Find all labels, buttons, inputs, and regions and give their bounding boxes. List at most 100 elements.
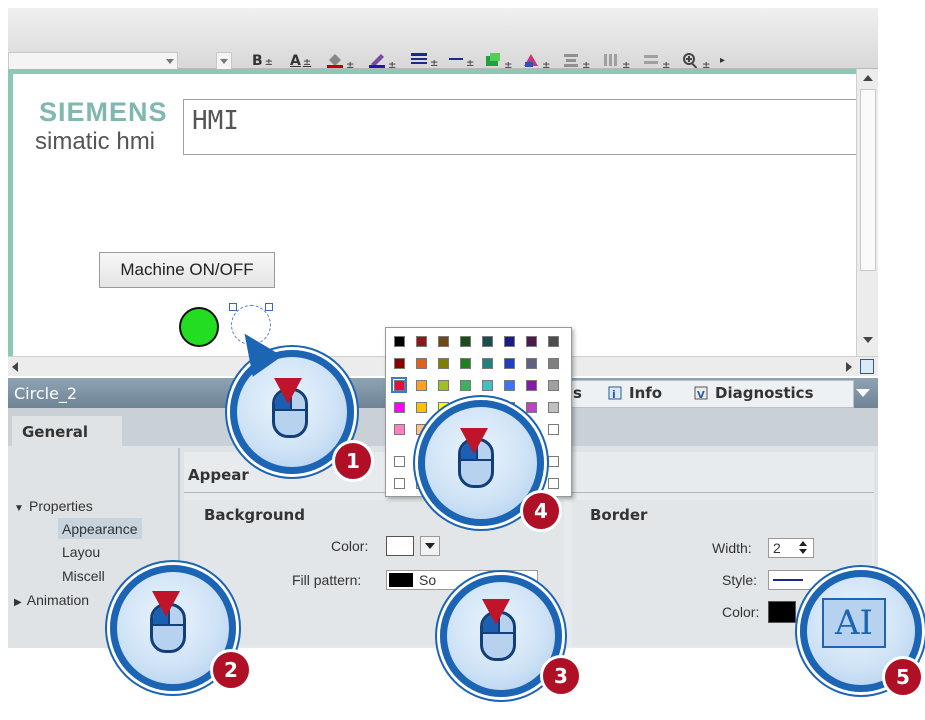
fill-color-button[interactable]: ±: [326, 52, 354, 71]
tab-diagnostics[interactable]: Diagnostics: [715, 384, 814, 402]
border-width-input[interactable]: 2: [768, 538, 814, 558]
palette-swatch[interactable]: [526, 358, 537, 369]
same-size-button[interactable]: ±: [642, 52, 670, 71]
spin-down-icon[interactable]: [799, 549, 807, 554]
tab-info[interactable]: Info: [629, 384, 662, 402]
more-arrow-icon[interactable]: ▸: [720, 52, 725, 70]
palette-swatch[interactable]: [548, 336, 559, 347]
tree-properties-label: Properties: [29, 498, 93, 514]
align-button[interactable]: ±: [562, 52, 590, 71]
collapsed-arrow-icon[interactable]: ▶: [14, 597, 22, 608]
palette-swatch[interactable]: [548, 456, 559, 467]
palette-swatch[interactable]: [504, 358, 515, 369]
scroll-down-arrow-icon[interactable]: [863, 337, 873, 343]
scroll-left-arrow-icon[interactable]: [12, 362, 18, 372]
shape-color-button[interactable]: ±: [522, 52, 550, 71]
palette-swatch[interactable]: [438, 336, 449, 347]
background-header: Background: [204, 506, 305, 524]
palette-swatch[interactable]: [460, 358, 471, 369]
object-name: Circle_2: [14, 384, 78, 403]
line-color-button[interactable]: ±: [368, 52, 396, 71]
palette-swatch[interactable]: [482, 380, 493, 391]
tab-general[interactable]: General: [12, 416, 122, 448]
fill-button[interactable]: ±: [484, 52, 512, 71]
paint-bucket-icon: [327, 54, 343, 68]
border-color-swatch[interactable]: [768, 601, 796, 623]
vertical-scrollbar[interactable]: [856, 69, 878, 356]
palette-swatch[interactable]: [526, 336, 537, 347]
line-style-button[interactable]: ±: [448, 52, 474, 70]
tab-properties-partial[interactable]: s: [573, 384, 582, 402]
text-color-button[interactable]: A ±: [290, 52, 311, 70]
overview-icon[interactable]: [860, 359, 874, 374]
dropdown-arrow-icon: [425, 543, 435, 549]
palette-swatch[interactable]: [394, 478, 405, 489]
line-weight-icon: [411, 53, 427, 64]
vertical-scroll-thumb[interactable]: [860, 89, 876, 271]
palette-swatch[interactable]: [416, 336, 427, 347]
scroll-up-arrow-icon[interactable]: [863, 75, 873, 81]
status-circle-on[interactable]: [179, 307, 219, 347]
pen-icon: [369, 54, 385, 68]
step-number: 4: [520, 490, 562, 532]
distribute-button[interactable]: ±: [602, 52, 630, 71]
resize-handle[interactable]: [229, 303, 237, 311]
tree-layout[interactable]: Layou: [62, 542, 100, 561]
resize-handle[interactable]: [265, 303, 273, 311]
svg-text:V: V: [697, 390, 705, 401]
toolbar: B ± A ± ± ± ± ± ± ± ± ± ± ± ▸: [8, 8, 878, 72]
zoom-in-icon: [683, 53, 698, 69]
background-color-dropdown[interactable]: [420, 536, 440, 556]
step-number: 1: [332, 440, 374, 482]
collapse-arrow-icon[interactable]: [856, 389, 870, 397]
palette-swatch[interactable]: [394, 402, 405, 413]
fill-pattern-swatch: [389, 573, 413, 587]
tree-misc[interactable]: Miscell: [62, 566, 105, 585]
palette-swatch[interactable]: [416, 402, 427, 413]
background-color-label: Color:: [331, 538, 369, 554]
border-width-label: Width:: [712, 540, 752, 556]
machine-on-off-button[interactable]: Machine ON/OFF: [99, 252, 275, 288]
bold-button[interactable]: B ±: [252, 52, 273, 70]
border-header: Border: [590, 506, 648, 524]
palette-swatch[interactable]: [504, 336, 515, 347]
scroll-right-arrow-icon[interactable]: [846, 362, 852, 372]
palette-swatch[interactable]: [438, 380, 449, 391]
tree-animations-label: Animation: [26, 592, 90, 608]
palette-swatch[interactable]: [394, 424, 405, 435]
palette-swatch[interactable]: [394, 336, 405, 347]
palette-swatch[interactable]: [548, 380, 559, 391]
align-icon: [564, 54, 578, 67]
screen-canvas[interactable]: SIEMENS simatic hmi HMI Machine ON/OFF: [8, 69, 865, 356]
palette-swatch[interactable]: [504, 380, 515, 391]
palette-swatch[interactable]: [394, 456, 405, 467]
line-style-preview: [773, 579, 803, 581]
palette-swatch[interactable]: [416, 358, 427, 369]
palette-swatch[interactable]: [482, 358, 493, 369]
palette-swatch[interactable]: [416, 380, 427, 391]
palette-swatch[interactable]: [548, 424, 559, 435]
zoom-button[interactable]: ±: [682, 52, 710, 71]
palette-swatch[interactable]: [460, 336, 471, 347]
expand-arrow-icon[interactable]: ▼: [14, 503, 24, 514]
tree-animations[interactable]: ▶ Animation: [14, 590, 89, 609]
tree-appearance[interactable]: Appearance: [58, 518, 142, 539]
title-text-field[interactable]: HMI: [183, 99, 865, 155]
background-color-swatch[interactable]: [386, 536, 414, 556]
palette-swatch[interactable]: [460, 380, 471, 391]
palette-swatch[interactable]: [548, 402, 559, 413]
palette-swatch[interactable]: [548, 478, 559, 489]
line-weight-button[interactable]: ±: [410, 52, 438, 70]
tree-properties[interactable]: ▼ Properties: [14, 496, 93, 515]
spin-up-icon[interactable]: [799, 541, 807, 546]
fill-shape-icon: [486, 53, 500, 66]
info-icon: i: [607, 385, 623, 401]
palette-swatch[interactable]: [526, 402, 537, 413]
palette-swatch[interactable]: [438, 358, 449, 369]
palette-swatch[interactable]: [394, 358, 405, 369]
palette-swatch[interactable]: [548, 358, 559, 369]
palette-swatch[interactable]: [526, 380, 537, 391]
border-color-label: Color:: [722, 604, 760, 620]
palette-swatch[interactable]: [482, 336, 493, 347]
step-number: 3: [540, 655, 582, 697]
